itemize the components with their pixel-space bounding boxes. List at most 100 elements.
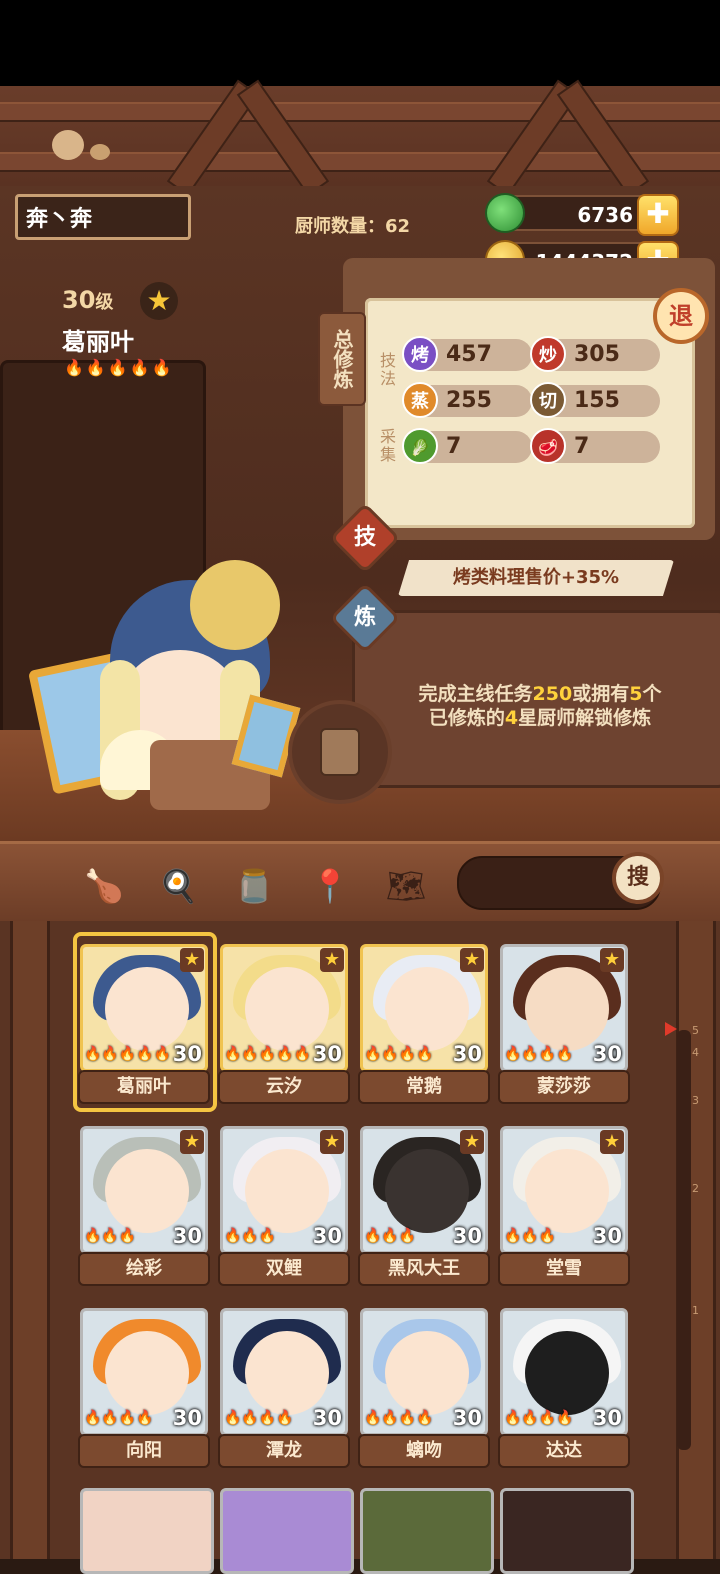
favorite-star-icon: ★: [460, 1130, 484, 1154]
chef-flames: 🔥🔥🔥🔥: [504, 1410, 574, 1426]
chef-flames: 🔥🔥🔥🔥: [504, 1046, 574, 1062]
chef-name: 堂雪: [498, 1252, 630, 1286]
chef-flames: 🔥🔥🔥🔥🔥: [84, 1046, 172, 1062]
chef-face: [525, 1331, 609, 1415]
chef-flames: 🔥🔥🔥🔥: [364, 1046, 434, 1062]
chef-face: [525, 1149, 609, 1233]
chef-face: [385, 1331, 469, 1415]
chef-card[interactable]: ★ 🔥🔥🔥🔥🔥 30 葛丽叶: [78, 944, 210, 1104]
chef-card[interactable]: ★ 🔥🔥🔥🔥🔥 30 云汐: [218, 944, 350, 1104]
chef-level: 30: [172, 1406, 202, 1430]
meat-leg-icon[interactable]: 🍗: [82, 864, 126, 908]
total-training-label: 总修炼: [318, 312, 366, 406]
chef-name: 蒙莎莎: [498, 1070, 630, 1104]
chef-card[interactable]: ★ 🔥🔥🔥 30 绘彩: [78, 1126, 210, 1286]
skill-steam: 蒸 255: [402, 382, 532, 418]
chef-face: [245, 1331, 329, 1415]
chef-name: 绘彩: [78, 1252, 210, 1286]
chef-level: 30: [452, 1406, 482, 1430]
favorite-star-icon: ★: [460, 948, 484, 972]
unlock-requirement: 完成主线任务250或拥有5个 已修炼的4星厨师解锁修炼: [418, 683, 662, 729]
chef-name: 达达: [498, 1434, 630, 1468]
spatula-icon[interactable]: 🍳: [156, 864, 200, 908]
chef-name: 潭龙: [218, 1434, 350, 1468]
favorite-star-icon: ★: [180, 948, 204, 972]
chef-level: 30: [592, 1224, 622, 1248]
favorite-star-icon: ★: [600, 948, 624, 972]
player-name[interactable]: 奔丶奔: [15, 194, 191, 240]
slider-tick: 4: [692, 1046, 699, 1059]
chef-level: 30: [592, 1042, 622, 1066]
chef-face: [105, 1149, 189, 1233]
chef-level: 30: [452, 1042, 482, 1066]
bonus-ribbon: 烤类料理售价+35%: [398, 560, 674, 596]
gather-vegetable: 🥬 7: [402, 428, 532, 464]
status-bar: [0, 0, 720, 86]
chef-level: 30: [172, 1042, 202, 1066]
star-filter-slider[interactable]: [677, 1030, 691, 1450]
chef-card-partial[interactable]: [220, 1488, 354, 1574]
stirfry-icon: 炒: [530, 336, 566, 372]
chef-face: [245, 1149, 329, 1233]
retreat-button[interactable]: 退: [653, 288, 709, 344]
character-portrait: [27, 560, 310, 820]
chef-card[interactable]: ★ 🔥🔥🔥🔥 30 常鹅: [358, 944, 490, 1104]
chef-flames: 🔥🔥🔥🔥🔥: [224, 1046, 312, 1062]
chef-flames: 🔥🔥🔥: [364, 1228, 417, 1244]
map-question-icon[interactable]: 🗺: [384, 864, 428, 908]
character-level: 30级: [62, 286, 114, 314]
jade-amount: 6736: [577, 203, 633, 227]
slider-tick: 1: [692, 1304, 699, 1317]
chef-level: 30: [592, 1406, 622, 1430]
favorite-star-icon: ★: [600, 1130, 624, 1154]
chef-card[interactable]: ★ 🔥🔥🔥🔥 30 蒙莎莎: [498, 944, 630, 1104]
chef-card[interactable]: 🔥🔥🔥🔥 30 向阳: [78, 1308, 210, 1468]
star-icon[interactable]: ★: [140, 282, 178, 320]
meat-icon: 🥩: [530, 428, 566, 464]
chef-level: 30: [312, 1042, 342, 1066]
gather-meat: 🥩 7: [530, 428, 660, 464]
technique-label: 技法: [377, 352, 396, 388]
location-pin-icon[interactable]: 📍: [308, 864, 352, 908]
jade-icon: [485, 193, 525, 233]
favorite-star-icon: ★: [180, 1130, 204, 1154]
chef-flames: 🔥🔥🔥🔥: [84, 1410, 154, 1426]
chef-name: 葛丽叶: [78, 1070, 210, 1104]
chef-card-partial[interactable]: [80, 1488, 214, 1574]
chef-card[interactable]: ★ 🔥🔥🔥 30 黑风大王: [358, 1126, 490, 1286]
skill-stirfry: 炒 305: [530, 336, 660, 372]
chef-face: [385, 967, 469, 1051]
chef-card[interactable]: ★ 🔥🔥🔥 30 双鲤: [218, 1126, 350, 1286]
chef-name: 向阳: [78, 1434, 210, 1468]
chef-card-partial[interactable]: [360, 1488, 494, 1574]
chef-name: 云汐: [218, 1070, 350, 1104]
search-button[interactable]: 搜: [612, 852, 664, 904]
chef-card[interactable]: 🔥🔥🔥🔥 30 达达: [498, 1308, 630, 1468]
chef-flames: 🔥🔥🔥🔥: [364, 1410, 434, 1426]
steam-icon: 蒸: [402, 382, 438, 418]
slider-tick: 5: [692, 1024, 699, 1037]
jar-icon[interactable]: 🫙: [232, 864, 276, 908]
chef-card[interactable]: ★ 🔥🔥🔥 30 堂雪: [498, 1126, 630, 1286]
chef-flames: 🔥🔥🔥: [224, 1228, 277, 1244]
character-name: 葛丽叶: [62, 328, 134, 356]
add-jade-button[interactable]: ✚: [637, 194, 679, 236]
steamer-icon[interactable]: [288, 700, 392, 804]
chef-flames: 🔥🔥🔥🔥: [224, 1410, 294, 1426]
chef-face: [105, 1331, 189, 1415]
ceiling-beams: [0, 79, 720, 197]
chef-level: 30: [312, 1224, 342, 1248]
gather-label: 采集: [377, 428, 396, 464]
slider-handle-icon[interactable]: [665, 1022, 677, 1036]
chef-card-partial[interactable]: [500, 1488, 634, 1574]
favorite-star-icon: ★: [320, 1130, 344, 1154]
bird-decoration: [52, 130, 84, 160]
chef-card[interactable]: 🔥🔥🔥🔥 30 螭吻: [358, 1308, 490, 1468]
cut-icon: 切: [530, 382, 566, 418]
chef-count: 厨师数量：62: [295, 216, 411, 237]
roast-icon: 烤: [402, 336, 438, 372]
chef-card[interactable]: 🔥🔥🔥🔥 30 潭龙: [218, 1308, 350, 1468]
chef-flames: 🔥🔥🔥: [84, 1228, 137, 1244]
left-rail: [10, 921, 50, 1559]
chef-name: 常鹅: [358, 1070, 490, 1104]
